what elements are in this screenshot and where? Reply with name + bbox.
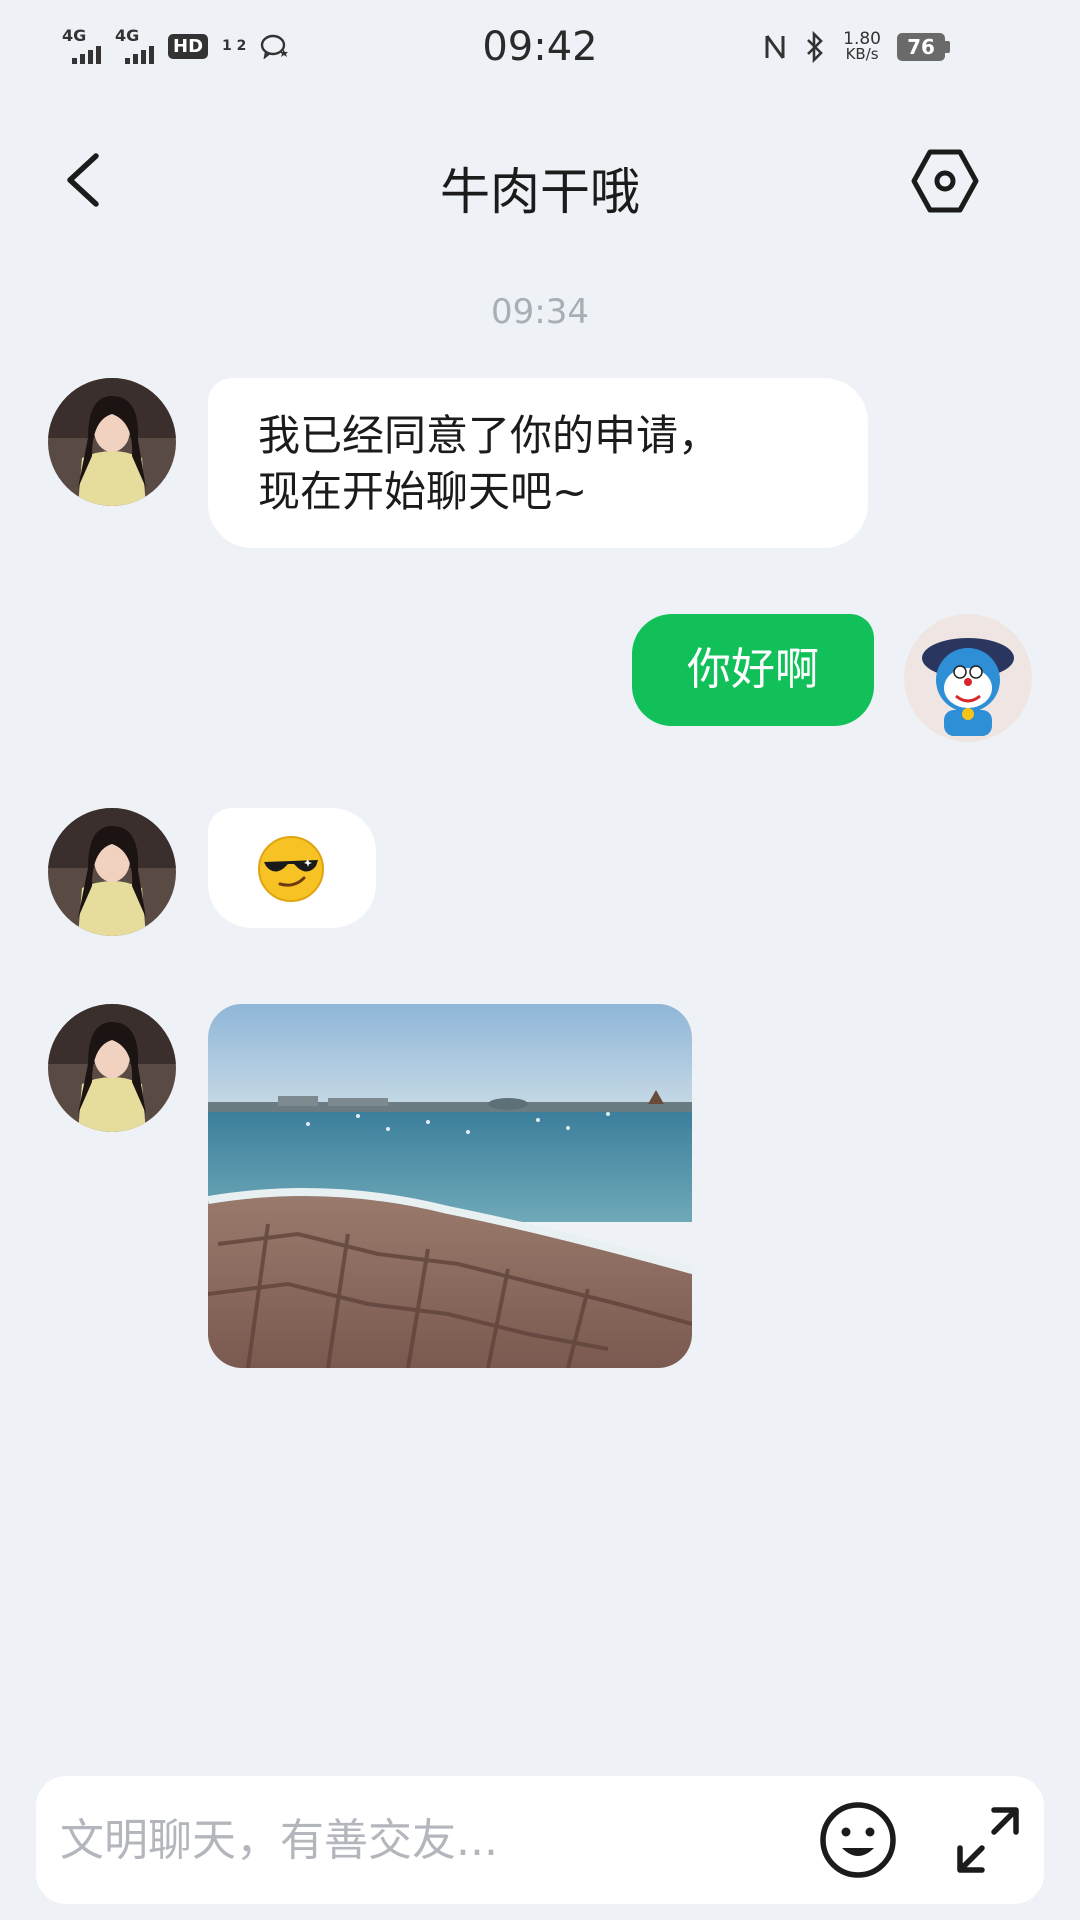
expand-arrows-icon[interactable] — [950, 1802, 1026, 1878]
message-text: 你好啊 — [687, 644, 819, 695]
network-speed: 1.80 KB/s — [843, 31, 881, 63]
outgoing-message[interactable]: 你好啊 — [632, 614, 874, 726]
incoming-message[interactable]: 我已经同意了你的申请， 现在开始聊天吧~ — [208, 378, 868, 548]
contact-avatar[interactable] — [48, 378, 176, 506]
hexagon-settings-icon[interactable] — [910, 146, 980, 216]
nfc-icon — [765, 35, 785, 59]
cool-sunglasses-emoji — [258, 836, 324, 902]
message-text-line: 我已经同意了你的申请， — [258, 411, 721, 460]
message-text-line: 现在开始聊天吧~ — [258, 467, 588, 516]
seaside-photo[interactable] — [208, 1004, 692, 1368]
contact-avatar[interactable] — [48, 1004, 176, 1132]
chat-screen: 4G 4G HD 1 2 09:42 1.80 KB/s 76 牛肉干哦 09:… — [0, 0, 1080, 1920]
net-speed-unit: KB/s — [845, 45, 879, 63]
chat-timestamp: 09:34 — [491, 292, 589, 332]
contact-avatar[interactable] — [48, 808, 176, 936]
message-input[interactable] — [60, 1800, 800, 1880]
message-input-bar — [36, 1776, 1044, 1904]
battery-icon: 76 — [897, 33, 950, 61]
status-bar: 4G 4G HD 1 2 09:42 1.80 KB/s 76 — [0, 0, 1080, 100]
incoming-emoji-message[interactable] — [208, 808, 376, 928]
bluetooth-icon — [807, 30, 823, 64]
my-avatar[interactable] — [904, 614, 1032, 742]
battery-level: 76 — [897, 33, 945, 61]
chat-header: 牛肉干哦 — [0, 130, 1080, 230]
smiley-icon[interactable] — [818, 1800, 898, 1880]
status-right: 1.80 KB/s 76 — [763, 30, 950, 64]
